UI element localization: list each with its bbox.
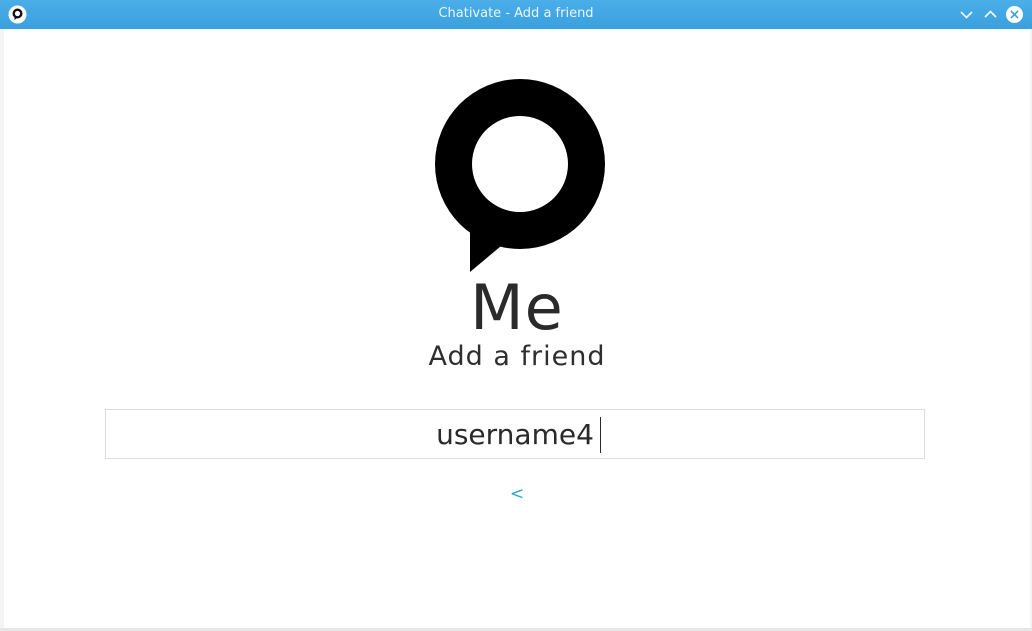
chevron-down-icon[interactable] [957,5,976,24]
text-caret [600,417,601,453]
title-bar[interactable]: Chativate - Add a friend [0,0,1032,29]
app-logo-icon[interactable] [8,5,27,24]
close-icon[interactable] [1005,5,1024,24]
page-subtitle: Add a friend [428,341,606,372]
window-title: Chativate - Add a friend [438,6,594,21]
chevron-up-icon[interactable] [981,5,1000,24]
username-input[interactable] [105,409,925,459]
main-content: Me Add a friend < [4,29,1030,628]
app-window: Chativate - Add a friend Me Add a friend [0,0,1032,631]
page-title: Me [470,271,564,344]
speech-bubble-logo [435,79,605,272]
back-button[interactable]: < [4,484,1030,504]
